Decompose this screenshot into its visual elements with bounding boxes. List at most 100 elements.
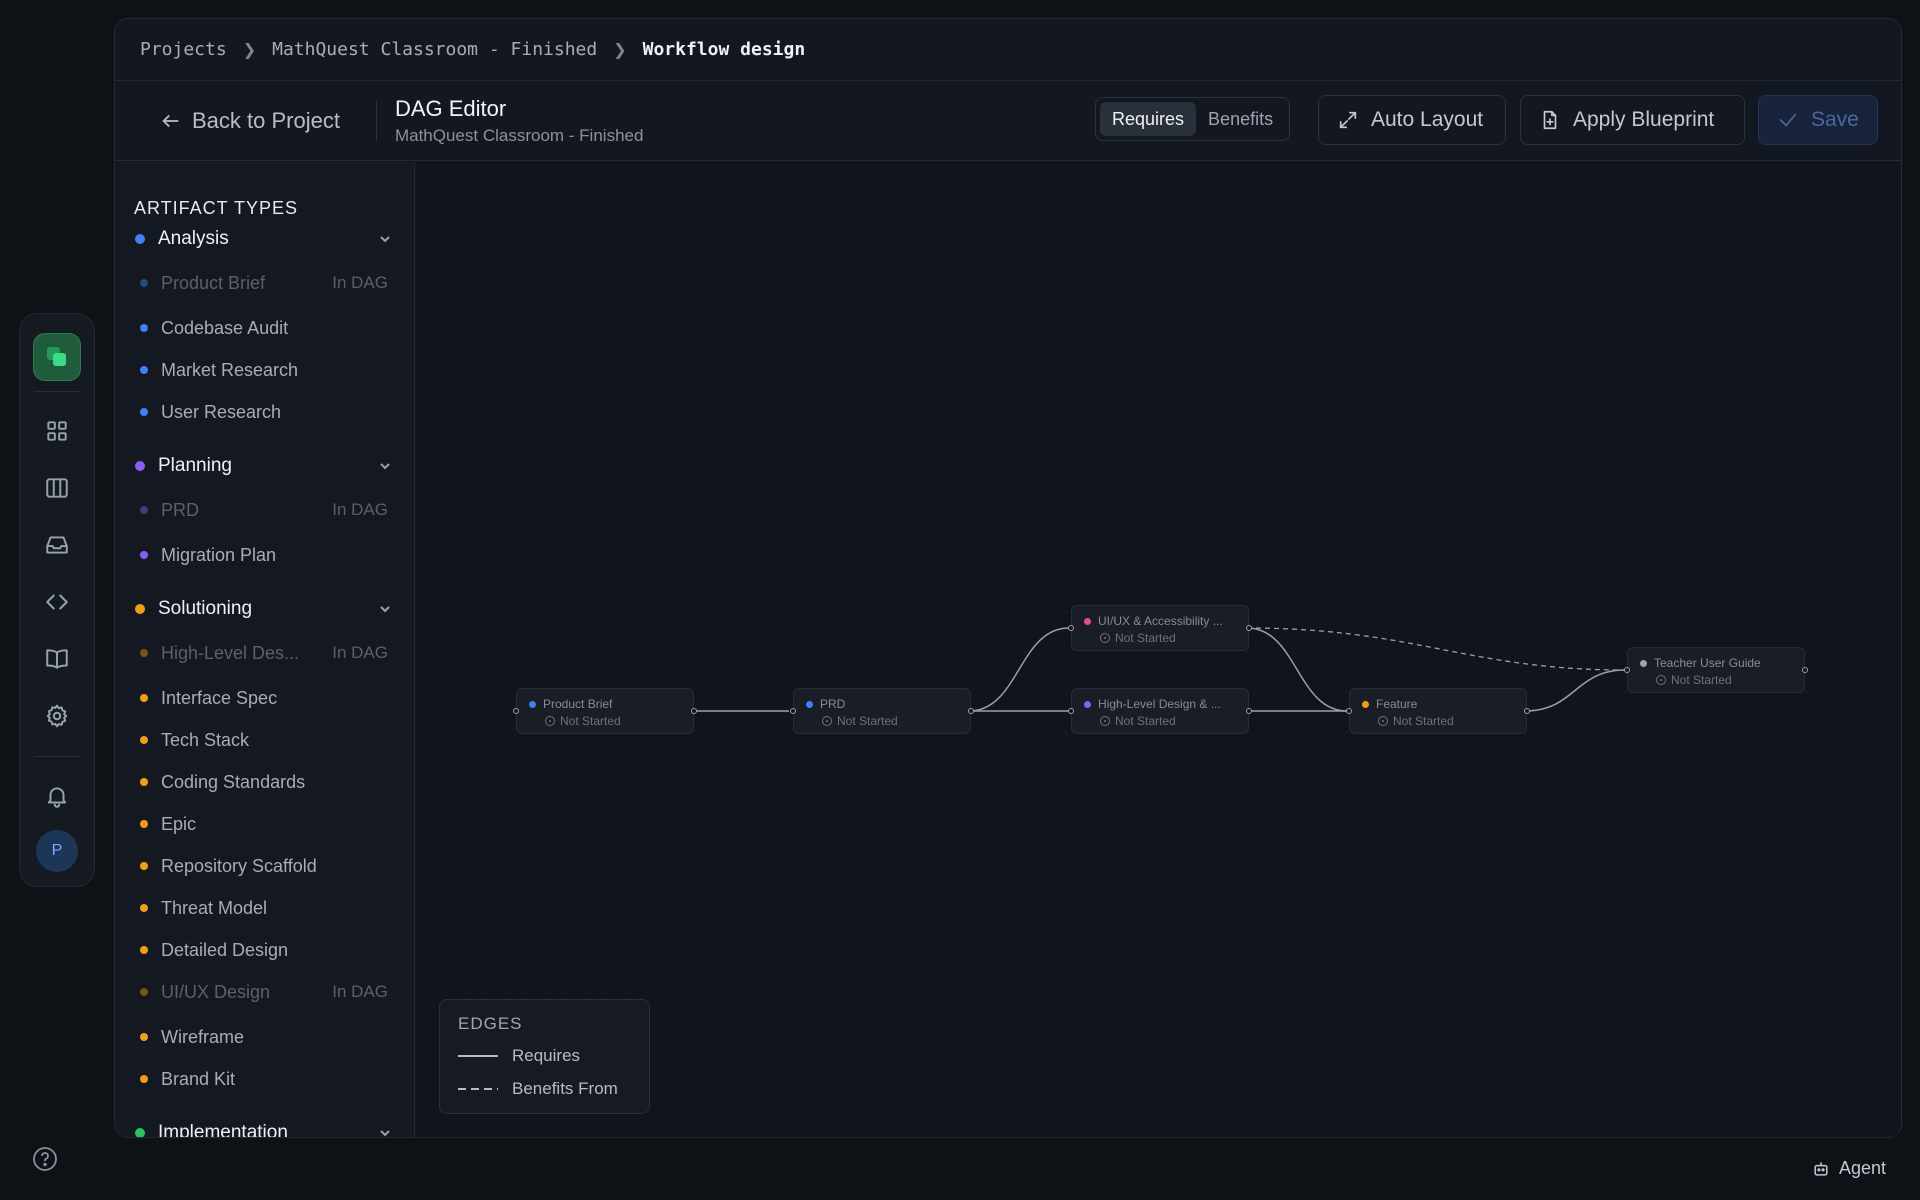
dag-node-feature[interactable]: Feature Not Started [1346,688,1530,734]
breadcrumb-project[interactable]: MathQuest Classroom - Finished [272,39,597,60]
item-label: High-Level Des... [161,642,300,663]
avatar[interactable]: P [36,830,78,872]
item-label: Repository Scaffold [161,855,317,876]
item-color-dot [140,862,148,870]
node-input-handle[interactable] [1624,667,1630,673]
sidebar-item[interactable]: Coding Standards [115,766,414,798]
inbox-icon[interactable] [33,521,81,569]
node-output-handle[interactable] [1246,708,1252,714]
save-button[interactable]: Save [1758,95,1878,145]
page-title: DAG Editor [394,95,507,121]
rail-divider [34,756,80,757]
item-color-dot [140,778,148,786]
edge-prd-uiux[interactable] [968,627,1070,712]
sidebar-item[interactable]: Tech Stack [115,724,414,756]
chevron-down-icon[interactable] [377,1125,393,1138]
sidebar-item[interactable]: Threat Model [115,892,414,924]
breadcrumb: Projects ❯ MathQuest Classroom - Finishe… [115,19,1901,81]
legend-benefits: Benefits From [458,1079,618,1099]
agent-button[interactable]: Agent [1811,1158,1886,1179]
app-rail: P [19,313,95,887]
apply-blueprint-button[interactable]: Apply Blueprint [1520,95,1745,145]
edge-mode-toggle: Requires Benefits [1095,97,1291,141]
item-color-dot [140,1033,148,1041]
gear-icon[interactable] [33,692,81,740]
dag-node-prd[interactable]: PRD Not Started [790,688,974,734]
in-dag-tag: In DAG [332,500,388,519]
book-icon[interactable] [33,635,81,683]
node-status: Not Started [822,714,898,728]
dag-node-hld[interactable]: High-Level Design & ... Not Started [1068,688,1252,734]
sidebar-item[interactable]: Epic [115,808,414,840]
sidebar-group-analysis[interactable]: Analysis [115,223,414,255]
sidebar-item[interactable]: Brand Kit [115,1063,414,1095]
auto-layout-label: Auto Layout [1371,108,1484,131]
toggle-requires[interactable]: Requires [1100,102,1197,136]
node-output-handle[interactable] [1802,667,1808,673]
node-output-handle[interactable] [691,708,697,714]
node-input-handle[interactable] [1068,625,1074,631]
chevron-down-icon[interactable] [377,231,393,247]
node-label: Product Brief [543,697,613,711]
edge-uiux-guide-benefits[interactable] [1246,627,1626,671]
status-circle-icon [545,716,555,726]
toggle-benefits[interactable]: Benefits [1196,102,1285,136]
node-label: High-Level Design & ... [1098,697,1221,711]
sidebar-item[interactable]: Codebase Audit [115,312,414,344]
item-color-dot [140,1075,148,1083]
sidebar-item[interactable]: Migration Plan [115,539,414,571]
dag-canvas[interactable]: Product Brief Not Started PRD Not Starte… [416,162,1901,1137]
node-input-handle[interactable] [513,708,519,714]
item-color-dot [140,506,148,514]
agent-label: Agent [1838,1158,1886,1178]
grid-icon[interactable] [33,407,81,455]
node-label: Feature [1376,697,1418,711]
logo-icon[interactable] [33,333,81,381]
main-panel: Projects ❯ MathQuest Classroom - Finishe… [114,18,1902,1138]
sidebar-item[interactable]: Repository Scaffold [115,850,414,882]
node-output-handle[interactable] [968,708,974,714]
edge-feature-guide[interactable] [1524,669,1626,712]
breadcrumb-projects[interactable]: Projects [140,39,227,60]
sidebar-item[interactable]: Wireframe [115,1021,414,1053]
sidebar-group-solutioning[interactable]: Solutioning [115,593,414,625]
apply-blueprint-label: Apply Blueprint [1573,108,1715,131]
node-dot [1362,701,1369,708]
help-icon[interactable] [31,1145,59,1173]
expand-icon [1339,111,1357,129]
node-input-handle[interactable] [1068,708,1074,714]
dag-node-teacher-guide[interactable]: Teacher User Guide Not Started [1624,647,1808,693]
chevron-down-icon[interactable] [377,458,393,474]
sidebar-item[interactable]: User Research [115,396,414,428]
legend-requires-label: Requires [512,1046,581,1065]
bell-icon[interactable] [33,772,81,820]
node-status-text: Not Started [560,714,621,728]
sidebar-group-implementation[interactable]: Implementation [115,1117,414,1138]
dag-node-uiux[interactable]: UI/UX & Accessibility ... Not Started [1068,605,1252,651]
sidebar-item: High-Level Des... In DAG [115,637,414,669]
sidebar-item[interactable]: Market Research [115,354,414,386]
sidebar-item[interactable]: Detailed Design [115,934,414,966]
dag-node-product-brief[interactable]: Product Brief Not Started [513,688,697,734]
auto-layout-button[interactable]: Auto Layout [1318,95,1506,145]
node-status: Not Started [1100,631,1176,645]
back-to-project-button[interactable]: Back to Project [160,108,340,134]
node-output-handle[interactable] [1246,625,1252,631]
item-color-dot [140,820,148,828]
node-output-handle[interactable] [1524,708,1530,714]
item-label: UI/UX Design [161,981,271,1002]
item-label: Product Brief [161,272,266,293]
group-color-dot [135,1128,145,1137]
code-icon[interactable] [33,578,81,626]
artifact-types-sidebar: ARTIFACT TYPES Analysis Product Brief In D… [115,162,415,1138]
in-dag-tag: In DAG [332,273,388,292]
legend-benefits-label: Benefits From [512,1079,618,1098]
node-input-handle[interactable] [790,708,796,714]
edge-uiux-feature[interactable] [1246,627,1348,712]
sidebar-group-planning[interactable]: Planning [115,450,414,482]
node-status-text: Not Started [1115,631,1176,645]
sidebar-item[interactable]: Interface Spec [115,682,414,714]
columns-icon[interactable] [33,464,81,512]
chevron-down-icon[interactable] [377,601,393,617]
node-input-handle[interactable] [1346,708,1352,714]
